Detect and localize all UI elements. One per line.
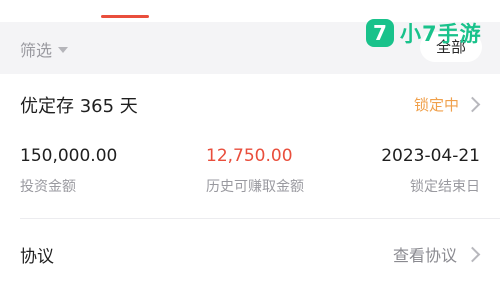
earnings-amount: 12,750.00 [206, 146, 293, 166]
logo-badge-icon: 7 [366, 19, 394, 47]
view-agreement-text: 查看协议 [392, 246, 457, 265]
chevron-right-icon [464, 246, 481, 262]
chevron-right-icon [464, 96, 481, 113]
view-agreement-link[interactable]: 查看协议 [393, 242, 482, 266]
filter-dropdown[interactable]: 筛选 [20, 37, 69, 61]
logo-text: 小7手游 [400, 22, 482, 46]
agreement-label: 协议 [20, 247, 54, 267]
filter-label: 筛选 [20, 41, 53, 60]
status-label: 锁定中 [413, 96, 459, 114]
investment-label: 投资金额 [20, 179, 76, 195]
metric-lock-end: 2023-04-21 锁定结束日 [381, 146, 480, 196]
tab-bar [0, 0, 500, 18]
divider [20, 218, 500, 219]
savings-product-page: 筛选 全部 7 小7手游 优定存 365 天 锁定中 150,000.00 投资… [0, 0, 500, 281]
product-metrics: 150,000.00 投资金额 12,750.00 历史可赚取金额 2023-0… [20, 146, 480, 200]
product-title: 优定存 365 天 [20, 96, 138, 117]
product-status-link[interactable]: 锁定中 [414, 94, 482, 115]
lock-end-date: 2023-04-21 [381, 146, 480, 166]
metric-earnings: 12,750.00 历史可赚取金额 [206, 146, 304, 196]
earnings-label: 历史可赚取金额 [206, 179, 304, 195]
watermark-logo: 7 小7手游 [366, 18, 482, 48]
active-tab-indicator [101, 15, 149, 18]
lock-end-label: 锁定结束日 [410, 179, 480, 195]
investment-amount: 150,000.00 [20, 146, 118, 166]
caret-down-icon [58, 47, 69, 53]
metric-investment: 150,000.00 投资金额 [20, 146, 117, 196]
